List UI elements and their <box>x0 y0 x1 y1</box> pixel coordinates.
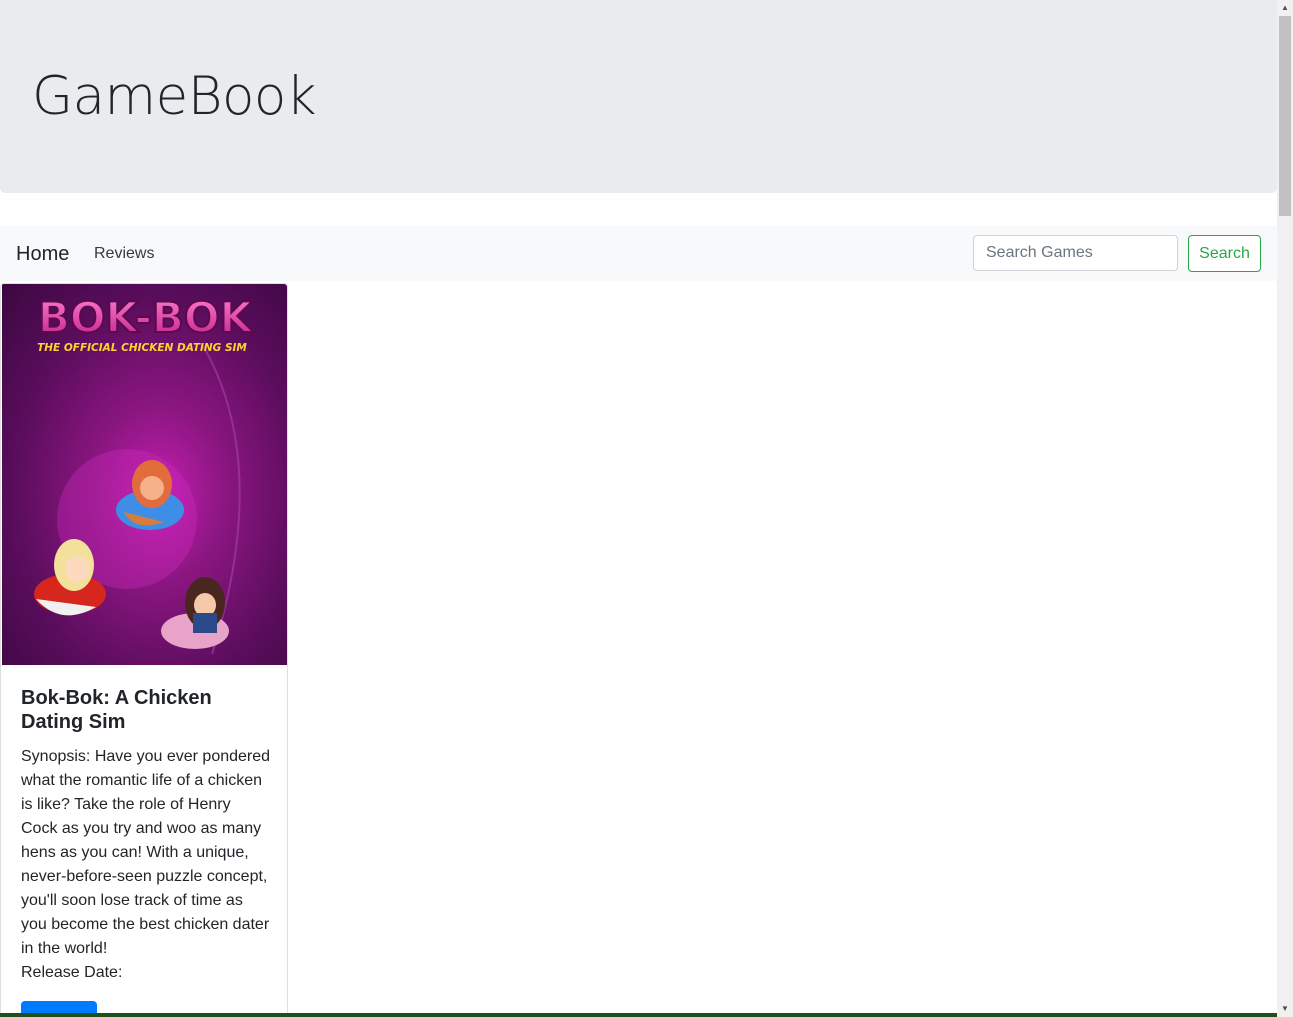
header-jumbotron: GameBook <box>0 0 1277 193</box>
scroll-up-icon[interactable]: ▲ <box>1277 0 1293 16</box>
page: GameBook Home Reviews Search BOK-BOK THE… <box>0 0 1277 1017</box>
cover-subtitle: THE OFFICIAL CHICKEN DATING SIM <box>37 342 247 354</box>
game-title: Bok-Bok: A Chicken Dating Sim <box>21 687 212 733</box>
card-body: Bok-Bok: A Chicken Dating Sim Synopsis: … <box>21 686 271 985</box>
hen-brunette <box>161 577 229 649</box>
nav-reviews-link[interactable]: Reviews <box>94 245 154 263</box>
cover-art: BOK-BOK THE OFFICIAL CHICKEN DATING SIM <box>34 292 255 655</box>
bottom-edge <box>0 1013 1277 1017</box>
cover-logo: BOK-BOK <box>38 293 254 342</box>
game-cover-image[interactable]: BOK-BOK THE OFFICIAL CHICKEN DATING SIM <box>2 284 287 665</box>
release-date: Release Date: <box>21 964 123 981</box>
game-synopsis: Synopsis: Have you ever pondered what th… <box>21 748 271 957</box>
site-title: GameBook <box>32 66 317 127</box>
nav-home-link[interactable]: Home <box>16 243 69 266</box>
scrollbar-thumb[interactable] <box>1279 16 1291 216</box>
game-card: BOK-BOK THE OFFICIAL CHICKEN DATING SIM <box>0 283 288 1017</box>
scroll-down-icon[interactable]: ▼ <box>1277 1001 1293 1017</box>
search-button[interactable]: Search <box>1188 235 1261 272</box>
search-input[interactable] <box>973 235 1178 271</box>
